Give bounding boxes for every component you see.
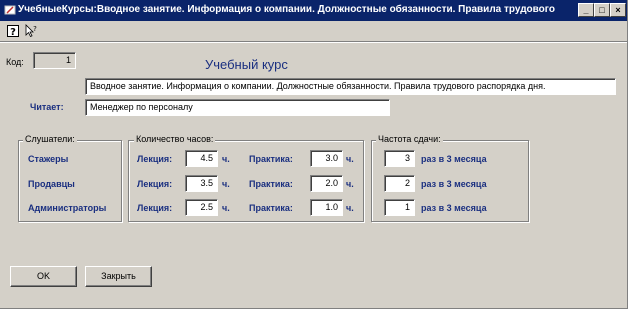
svg-text:?: ? [10,27,16,38]
svg-text:?: ? [33,25,37,33]
lecture-label: Лекция: [137,179,173,189]
lecture-label: Лекция: [137,154,173,164]
close-dialog-button[interactable]: Закрыть [85,266,152,287]
dialog-window: УчебныеКурсы:Вводное занятие. Информация… [0,0,628,309]
course-name-field[interactable]: Вводное занятие. Информация о компании. … [85,78,616,95]
lecture-unit: ч. [222,203,230,213]
minimize-button[interactable]: _ [578,3,594,17]
title-bar[interactable]: УчебныеКурсы:Вводное занятие. Информация… [0,0,627,21]
practice-unit: ч. [346,203,354,213]
practice-label: Практика: [249,203,293,213]
code-field[interactable]: 1 [33,52,76,69]
form-icon [4,5,16,15]
code-label: Код: [6,57,24,67]
whats-this-icon[interactable]: ? [24,24,38,38]
page-title: Учебный курс [205,57,288,72]
maximize-button[interactable]: □ [594,3,610,17]
close-button[interactable]: × [610,3,626,17]
frequency-unit-label: раз в 3 месяца [421,179,487,189]
practice-unit: ч. [346,179,354,189]
frequency-field[interactable]: 2 [384,175,415,192]
toolbar-divider [0,41,627,43]
lecture-hours-field[interactable]: 4.5 [185,150,218,167]
toolbar: ? ? [0,22,627,40]
window-title: УчебныеКурсы:Вводное занятие. Информация… [18,4,558,15]
practice-hours-field[interactable]: 1.0 [310,199,343,216]
lecture-label: Лекция: [137,203,173,213]
frequency-unit-label: раз в 3 месяца [421,203,487,213]
lecture-hours-field[interactable]: 3.5 [185,175,218,192]
reader-field[interactable]: Менеджер по персоналу [85,99,390,116]
practice-unit: ч. [346,154,354,164]
audience-trainees-label: Стажеры [28,154,69,164]
ok-button[interactable]: OK [10,266,77,287]
practice-label: Практика: [249,154,293,164]
practice-hours-field[interactable]: 3.0 [310,150,343,167]
listeners-group-title: Слушатели: [23,134,77,144]
frequency-group-title: Частота сдачи: [376,134,443,144]
hours-group-title: Количество часов: [134,134,216,144]
practice-hours-field[interactable]: 2.0 [310,175,343,192]
help-icon[interactable]: ? [6,24,20,38]
frequency-field[interactable]: 3 [384,150,415,167]
audience-admins-label: Администраторы [28,203,107,213]
frequency-field[interactable]: 1 [384,199,415,216]
lecture-unit: ч. [222,179,230,189]
frequency-unit-label: раз в 3 месяца [421,154,487,164]
lecture-hours-field[interactable]: 2.5 [185,199,218,216]
reader-label: Читает: [30,102,64,112]
practice-label: Практика: [249,179,293,189]
audience-sellers-label: Продавцы [28,179,75,189]
lecture-unit: ч. [222,154,230,164]
